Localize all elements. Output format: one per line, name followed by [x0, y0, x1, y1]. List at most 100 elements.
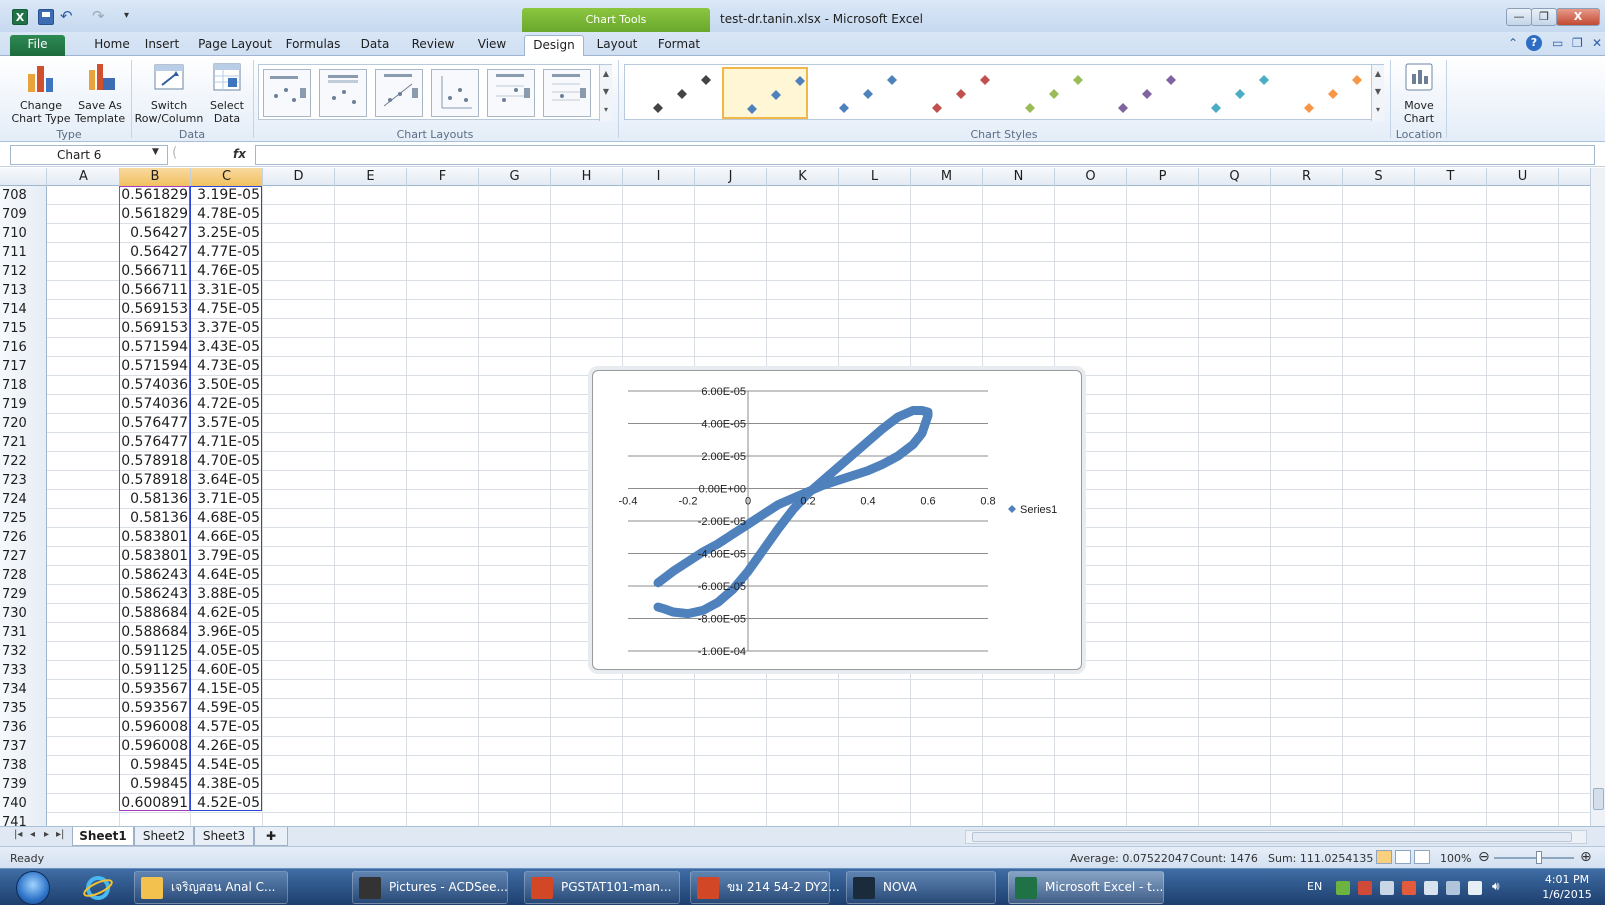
column-header-l[interactable]: L: [839, 168, 911, 186]
cell-c[interactable]: 4.54E-05: [191, 756, 263, 775]
cell-b[interactable]: 0.596008: [120, 737, 191, 756]
chart-layout-3[interactable]: [375, 69, 423, 117]
row-header[interactable]: 725: [0, 509, 47, 528]
chart-layout-6[interactable]: [543, 69, 591, 117]
undo-icon[interactable]: ↶: [60, 9, 80, 25]
column-header-c[interactable]: C: [191, 168, 263, 186]
row-header[interactable]: 728: [0, 566, 47, 585]
page-layout-view-icon[interactable]: [1395, 850, 1411, 864]
column-header-b[interactable]: B: [120, 168, 191, 186]
cell-b[interactable]: 0.571594: [120, 357, 191, 376]
row-header[interactable]: 735: [0, 699, 47, 718]
cell-b[interactable]: 0.59845: [120, 756, 191, 775]
cell-b[interactable]: 0.561829: [120, 186, 191, 205]
switch-row-column-button[interactable]: Switch Row/Column: [134, 60, 204, 125]
workbook-restore-icon[interactable]: ❐: [1572, 36, 1583, 50]
cell-c[interactable]: 4.05E-05: [191, 642, 263, 661]
cell-c[interactable]: 4.52E-05: [191, 794, 263, 813]
select-data-button[interactable]: Select Data: [204, 60, 250, 125]
cell-c[interactable]: 4.68E-05: [191, 509, 263, 528]
cell-c[interactable]: 3.57E-05: [191, 414, 263, 433]
column-header-j[interactable]: J: [695, 168, 767, 186]
chart-layouts-scroll[interactable]: ▲ ▼ ▾: [599, 65, 612, 121]
sheet-tab-sheet3[interactable]: Sheet3: [194, 827, 254, 846]
first-sheet-icon[interactable]: |◂: [14, 829, 22, 840]
cell-c[interactable]: 4.26E-05: [191, 737, 263, 756]
tray-volume-icon[interactable]: 🔊︎: [1492, 879, 1506, 893]
insert-function-icon[interactable]: fx: [233, 147, 246, 161]
minimize-button[interactable]: —: [1506, 8, 1532, 26]
help-icon[interactable]: ?: [1526, 35, 1542, 51]
cell-b[interactable]: 0.566711: [120, 262, 191, 281]
row-header[interactable]: 734: [0, 680, 47, 699]
cell-b[interactable]: 0.583801: [120, 528, 191, 547]
row-header[interactable]: 721: [0, 433, 47, 452]
cell-c[interactable]: 4.38E-05: [191, 775, 263, 794]
cell-c[interactable]: 4.70E-05: [191, 452, 263, 471]
row-header[interactable]: 719: [0, 395, 47, 414]
cell-b[interactable]: 0.569153: [120, 300, 191, 319]
row-header[interactable]: 736: [0, 718, 47, 737]
tray-usb-icon[interactable]: [1446, 881, 1460, 895]
tray-app-icon[interactable]: [1380, 881, 1394, 895]
close-button[interactable]: X: [1556, 8, 1600, 26]
cell-c[interactable]: 3.43E-05: [191, 338, 263, 357]
taskbar-item[interactable]: เจริญสอน Anal C...: [134, 871, 288, 904]
cell-b[interactable]: 0.596008: [120, 718, 191, 737]
tab-review[interactable]: Review: [406, 35, 460, 56]
minimize-ribbon-icon[interactable]: ⌃: [1508, 36, 1518, 50]
column-header-e[interactable]: E: [335, 168, 407, 186]
redo-icon[interactable]: ↷: [92, 9, 112, 25]
cell-b[interactable]: 0.591125: [120, 661, 191, 680]
chart-layout-5[interactable]: [487, 69, 535, 117]
next-sheet-icon[interactable]: ▸: [44, 829, 49, 840]
row-header[interactable]: 726: [0, 528, 47, 547]
cell-c[interactable]: 4.72E-05: [191, 395, 263, 414]
cell-b[interactable]: 0.58136: [120, 509, 191, 528]
cell-b[interactable]: 0.576477: [120, 433, 191, 452]
zoom-in-icon[interactable]: ⊕: [1580, 849, 1592, 865]
tray-printer-icon[interactable]: [1424, 881, 1438, 895]
cell-b[interactable]: 0.593567: [120, 699, 191, 718]
row-header[interactable]: 720: [0, 414, 47, 433]
column-header-t[interactable]: T: [1415, 168, 1487, 186]
cell-c[interactable]: 3.19E-05: [191, 186, 263, 205]
row-header[interactable]: 739: [0, 775, 47, 794]
taskbar-item[interactable]: NOVA: [846, 871, 996, 904]
row-header[interactable]: 741: [0, 813, 47, 826]
tray-display-icon[interactable]: [1468, 881, 1482, 895]
sheet-tab-sheet1[interactable]: Sheet1: [72, 827, 134, 846]
row-header[interactable]: 738: [0, 756, 47, 775]
cell-c[interactable]: 3.50E-05: [191, 376, 263, 395]
row-header[interactable]: 730: [0, 604, 47, 623]
cell-b[interactable]: 0.588684: [120, 623, 191, 642]
cell-c[interactable]: 3.31E-05: [191, 281, 263, 300]
cell-c[interactable]: 4.76E-05: [191, 262, 263, 281]
row-header[interactable]: 714: [0, 300, 47, 319]
excel-logo-icon[interactable]: X: [12, 9, 28, 25]
column-header-n[interactable]: N: [983, 168, 1055, 186]
cell-c[interactable]: 3.79E-05: [191, 547, 263, 566]
tab-format[interactable]: Format: [650, 35, 708, 56]
cell-c[interactable]: 4.73E-05: [191, 357, 263, 376]
taskbar-item[interactable]: Microsoft Excel - t...: [1008, 871, 1164, 904]
cell-c[interactable]: [191, 813, 263, 826]
cell-b[interactable]: 0.600891: [120, 794, 191, 813]
column-header-m[interactable]: M: [911, 168, 983, 186]
cell-b[interactable]: 0.571594: [120, 338, 191, 357]
formula-input[interactable]: [255, 145, 1595, 165]
cell-c[interactable]: 4.62E-05: [191, 604, 263, 623]
tab-data[interactable]: Data: [352, 35, 398, 56]
column-header-o[interactable]: O: [1055, 168, 1127, 186]
cell-b[interactable]: 0.56427: [120, 243, 191, 262]
cell-c[interactable]: 4.59E-05: [191, 699, 263, 718]
cell-c[interactable]: 3.25E-05: [191, 224, 263, 243]
cell-b[interactable]: 0.576477: [120, 414, 191, 433]
tray-language[interactable]: EN: [1307, 880, 1322, 893]
tray-network-icon[interactable]: [1336, 881, 1350, 895]
move-chart-button[interactable]: Move Chart: [1394, 60, 1444, 125]
taskbar-item[interactable]: ขม 214 54-2 DY2...: [690, 871, 840, 904]
row-header[interactable]: 708: [0, 186, 47, 205]
cell-b[interactable]: 0.58136: [120, 490, 191, 509]
column-header-s[interactable]: S: [1343, 168, 1415, 186]
